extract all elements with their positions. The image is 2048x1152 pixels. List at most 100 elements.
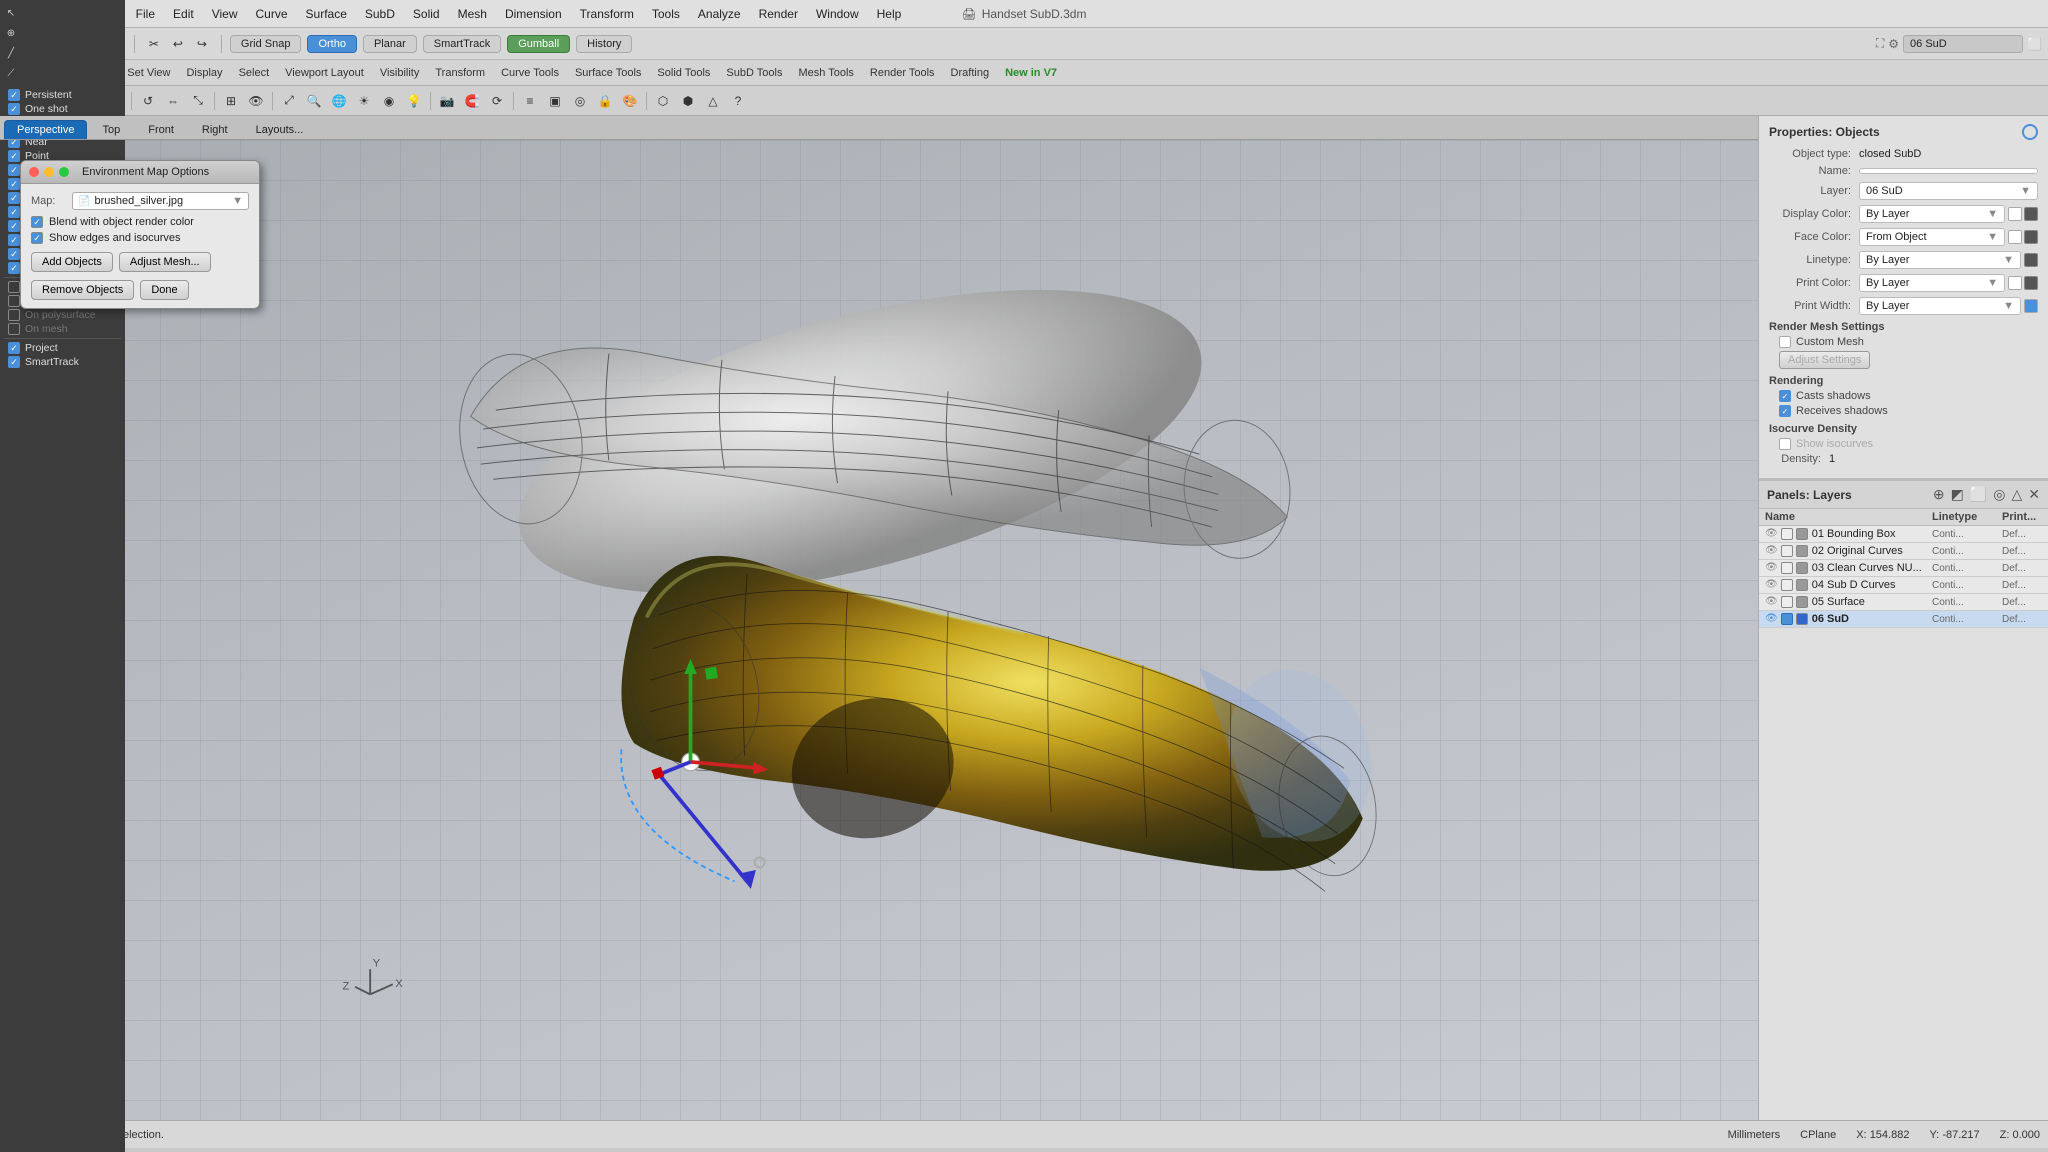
layer-color2-01[interactable]: [1796, 528, 1808, 540]
line2-icon[interactable]: ╱: [2, 44, 20, 62]
tab-mesh-tools[interactable]: Mesh Tools: [798, 67, 853, 79]
snap-persistent[interactable]: Persistent: [4, 88, 121, 102]
menu-analyze[interactable]: Analyze: [698, 7, 741, 21]
layer-color-05[interactable]: [1781, 596, 1793, 608]
tab-surface-tools[interactable]: Surface Tools: [575, 67, 641, 79]
vp-tab-layouts[interactable]: Layouts...: [243, 120, 317, 139]
layer-row-04[interactable]: 👁 04 Sub D Curves Conti... Def...: [1759, 577, 2048, 594]
menu-surface[interactable]: Surface: [306, 7, 347, 21]
isocurve-section-header[interactable]: Isocurve Density: [1769, 423, 2038, 435]
snap-intersection-check[interactable]: [8, 192, 20, 204]
zoom-ext-icon[interactable]: ⤢: [278, 90, 300, 112]
menu-transform[interactable]: Transform: [580, 7, 634, 21]
snap-on-curve-check[interactable]: [8, 281, 20, 293]
display-color-swatch[interactable]: [2008, 207, 2022, 221]
layers-icon-2[interactable]: ◩: [1951, 486, 1964, 503]
menu-edit[interactable]: Edit: [173, 7, 194, 21]
adjust-mesh-button[interactable]: Adjust Mesh...: [119, 252, 211, 272]
expand-icon[interactable]: ⬜: [2027, 37, 2042, 51]
menu-mesh[interactable]: Mesh: [458, 7, 487, 21]
layer-color2-02[interactable]: [1796, 545, 1808, 557]
layer-color-01[interactable]: [1781, 528, 1793, 540]
filter-icon[interactable]: ⛶: [1876, 36, 1884, 51]
face-color-dropdown[interactable]: From Object ▼: [1859, 228, 2005, 246]
name-value[interactable]: [1859, 168, 2038, 174]
snap-midpoint-check[interactable]: [8, 164, 20, 176]
face-color-swatch[interactable]: [2008, 230, 2022, 244]
sun-icon[interactable]: ☀: [353, 90, 375, 112]
tab-drafting[interactable]: Drafting: [951, 67, 990, 79]
layer-row-06[interactable]: 👁 06 SuD Conti... Def...: [1759, 611, 2048, 628]
dlg-close-btn[interactable]: [29, 167, 39, 177]
rendering-section-header[interactable]: Rendering: [1769, 375, 2038, 387]
view-icon[interactable]: 👁: [245, 90, 267, 112]
add-objects-button[interactable]: Add Objects: [31, 252, 113, 272]
layer-color2-03[interactable]: [1796, 562, 1808, 574]
layer-input[interactable]: 06 SuD: [1903, 35, 2023, 53]
rotate-icon[interactable]: ↺: [137, 90, 159, 112]
layer-color-03[interactable]: [1781, 562, 1793, 574]
layer-vis-02[interactable]: 👁: [1765, 545, 1778, 557]
snap-quadrant-check[interactable]: [8, 234, 20, 246]
mesh2-icon[interactable]: △: [702, 90, 724, 112]
polyline2-icon[interactable]: ⟋: [2, 64, 20, 82]
help2-icon[interactable]: ?: [727, 90, 749, 112]
layer-color2-04[interactable]: [1796, 579, 1808, 591]
grid-icon[interactable]: ⊞: [220, 90, 242, 112]
snap-on-mesh[interactable]: On mesh: [4, 322, 121, 336]
remove-objects-button[interactable]: Remove Objects: [31, 280, 134, 300]
snap-center-check[interactable]: [8, 178, 20, 190]
casts-shadows-check[interactable]: [1779, 390, 1791, 402]
layer-row-02[interactable]: 👁 02 Original Curves Conti... Def...: [1759, 543, 2048, 560]
ortho-button[interactable]: Ortho: [307, 35, 357, 53]
settings-icon[interactable]: ⚙: [1888, 37, 1899, 51]
scale-icon[interactable]: ⤡: [187, 90, 209, 112]
dlg-min-btn[interactable]: [44, 167, 54, 177]
snap-on-surface-check[interactable]: [8, 295, 20, 307]
layer-vis-05[interactable]: 👁: [1765, 596, 1778, 608]
vp-tab-perspective[interactable]: Perspective: [4, 120, 87, 139]
render-mesh-section-header[interactable]: Render Mesh Settings: [1769, 321, 2038, 333]
snap-project[interactable]: Project: [4, 341, 121, 355]
tab-transform[interactable]: Transform: [435, 67, 485, 79]
point2-icon[interactable]: ⊕: [2, 24, 20, 42]
layers-icon-4[interactable]: ◎: [1993, 486, 2005, 503]
layer-row-03[interactable]: 👁 03 Clean Curves NU... Conti... Def...: [1759, 560, 2048, 577]
layer-dropdown[interactable]: 06 SuD ▼: [1859, 182, 2038, 200]
blend-checkbox[interactable]: [31, 216, 43, 228]
tab-visibility[interactable]: Visibility: [380, 67, 420, 79]
print-color-swatch[interactable]: [2008, 276, 2022, 290]
undo-icon[interactable]: ↩: [167, 33, 189, 55]
layers-close[interactable]: ✕: [2028, 486, 2040, 503]
transform2-icon[interactable]: ⟳: [486, 90, 508, 112]
snap-vertex-check[interactable]: [8, 262, 20, 274]
tab-solid-tools[interactable]: Solid Tools: [657, 67, 710, 79]
tab-subd-tools[interactable]: SubD Tools: [726, 67, 782, 79]
smart-track-button[interactable]: SmartTrack: [423, 35, 501, 53]
snap-point-check[interactable]: [8, 150, 20, 162]
solid2-icon[interactable]: ⬢: [677, 90, 699, 112]
tab-render-tools[interactable]: Render Tools: [870, 67, 935, 79]
layer-vis-04[interactable]: 👁: [1765, 579, 1778, 591]
print-width-dropdown[interactable]: By Layer ▼: [1859, 297, 2021, 315]
snap-smarttrack-check[interactable]: [8, 356, 20, 368]
layer-vis-01[interactable]: 👁: [1765, 528, 1778, 540]
snap-tangent-check[interactable]: [8, 220, 20, 232]
menu-file[interactable]: File: [136, 7, 155, 21]
layer-row-05[interactable]: 👁 05 Surface Conti... Def...: [1759, 594, 2048, 611]
snap-on-mesh-check[interactable]: [8, 323, 20, 335]
menu-help[interactable]: Help: [877, 7, 902, 21]
redo-icon[interactable]: ↪: [191, 33, 213, 55]
history-button[interactable]: History: [576, 35, 632, 53]
layer2-icon[interactable]: ≡: [519, 90, 541, 112]
tab-display[interactable]: Display: [186, 67, 222, 79]
planar-button[interactable]: Planar: [363, 35, 417, 53]
visibility2-icon[interactable]: ◎: [569, 90, 591, 112]
select-icon[interactable]: ↖: [2, 4, 20, 22]
lock-icon[interactable]: 🔒: [594, 90, 616, 112]
snap-project-check[interactable]: [8, 342, 20, 354]
render-icon[interactable]: 🌐: [328, 90, 350, 112]
map-value[interactable]: 📄 brushed_silver.jpg ▼: [72, 192, 249, 210]
display-color-dropdown[interactable]: By Layer ▼: [1859, 205, 2005, 223]
layer-vis-03[interactable]: 👁: [1765, 562, 1778, 574]
